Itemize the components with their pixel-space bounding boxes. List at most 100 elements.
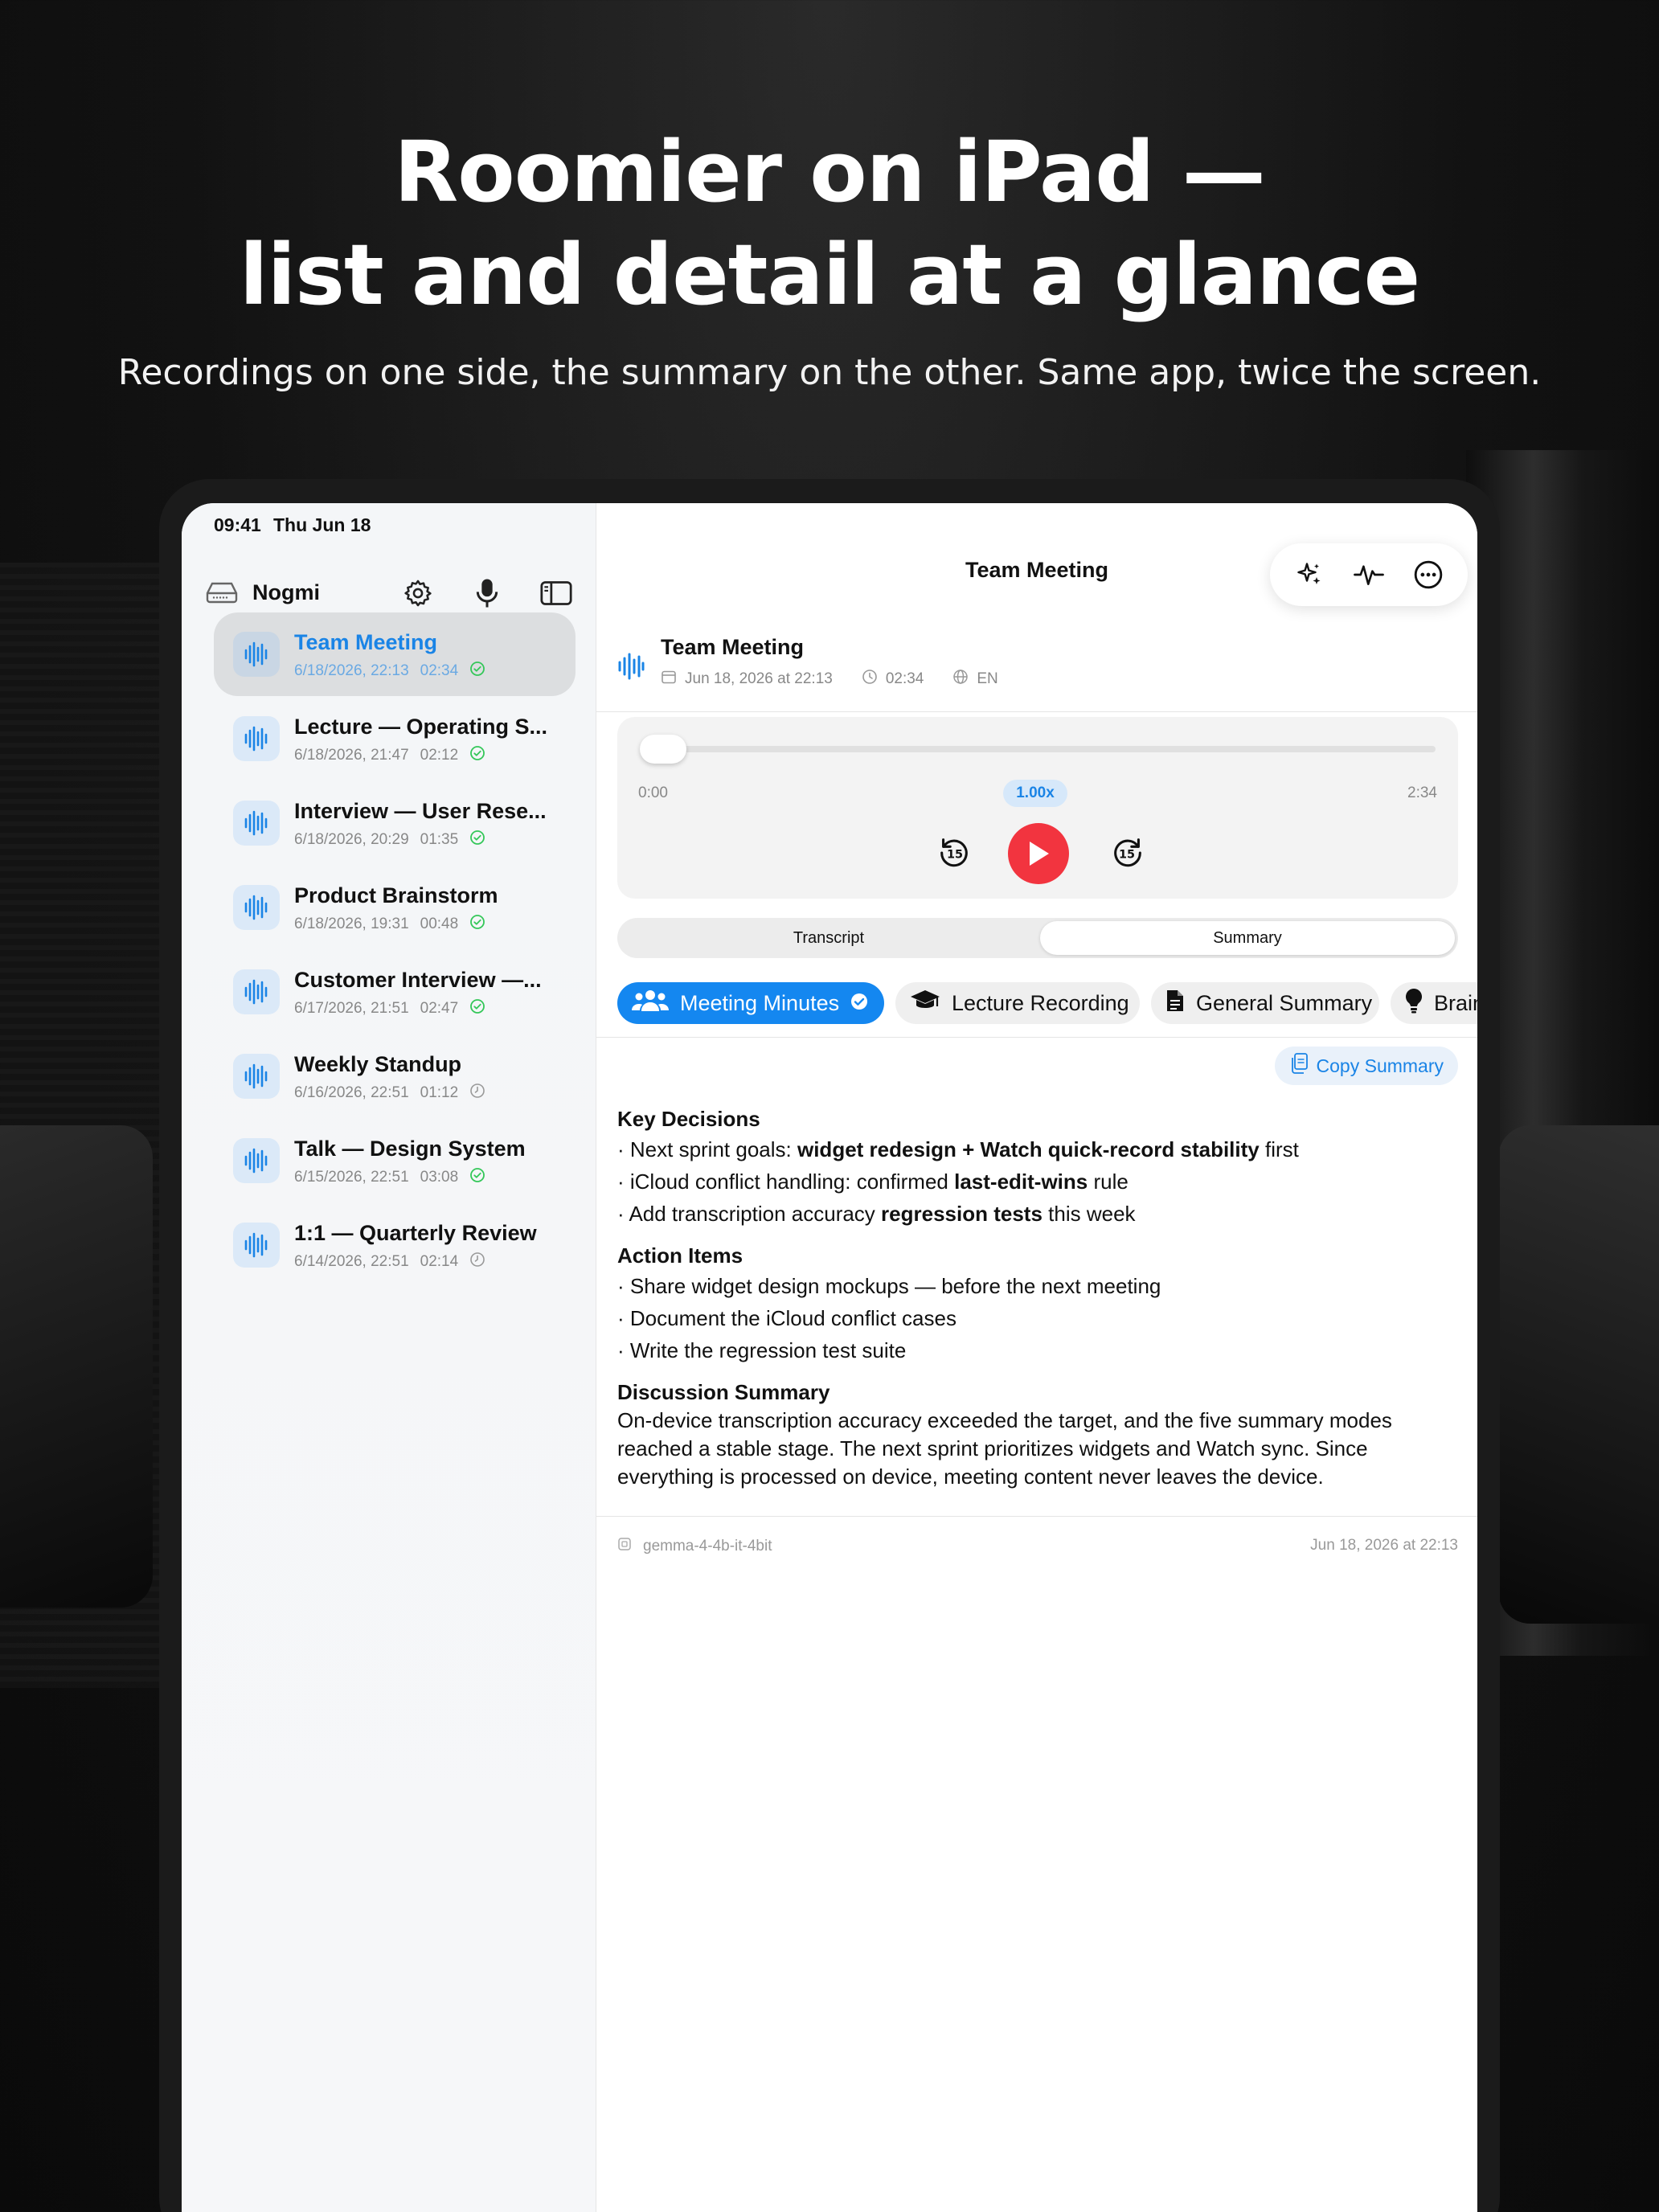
play-button[interactable] xyxy=(1008,823,1069,884)
chip-general-summary[interactable]: General Summary xyxy=(1151,982,1379,1024)
headline-line-1: Roomier on iPad — xyxy=(394,123,1266,221)
chip-meeting-minutes[interactable]: Meeting Minutes xyxy=(617,982,884,1024)
svg-text:15: 15 xyxy=(947,849,963,862)
recording-item-title: Lecture — Operating S... xyxy=(294,715,548,739)
key-decision-item: · Add transcription accuracy regression … xyxy=(617,1202,1136,1226)
ipad-screen: Nogmi Team Meeting 6/18/2026, 22:13 02:34 L… xyxy=(182,503,1477,2212)
divider xyxy=(596,1516,1477,1517)
recording-item[interactable]: Talk — Design System 6/15/2026, 22:51 03:0… xyxy=(214,1119,576,1202)
waveform-icon xyxy=(617,651,645,686)
recording-item-title: Product Brainstorm xyxy=(294,883,498,907)
recording-item-duration: 02:12 xyxy=(420,747,459,764)
action-item: · Write the regression test suite xyxy=(617,1338,907,1362)
recording-item-duration: 01:12 xyxy=(420,1084,459,1101)
recording-header: Team Meeting Jun 18, 2026 at 22:13 02:34… xyxy=(596,622,1477,712)
status-time: 09:41 xyxy=(214,514,261,535)
background-chair-left xyxy=(0,1125,153,1608)
document-icon xyxy=(1165,989,1185,1018)
heading-action-items: Action Items xyxy=(617,1243,743,1268)
speed-button[interactable]: 1.00x xyxy=(1003,780,1067,807)
checkmark-circle-icon xyxy=(469,998,485,1019)
recording-item-date: 6/14/2026, 22:51 xyxy=(294,1253,409,1270)
action-item: · Document the iCloud conflict cases xyxy=(617,1306,956,1330)
model-info: gemma-4-4b-it-4bit xyxy=(617,1537,772,1556)
sparkles-icon[interactable] xyxy=(1288,554,1330,596)
generated-date: Jun 18, 2026 at 22:13 xyxy=(1310,1537,1458,1554)
chip-model-icon xyxy=(617,1537,632,1556)
recording-list: Team Meeting 6/18/2026, 22:13 02:34 Lecture… xyxy=(214,612,576,1288)
chip-lecture-recording[interactable]: Lecture Recording xyxy=(895,982,1140,1024)
discussion-text: On-device transcription accuracy exceede… xyxy=(617,1408,1392,1489)
recording-item-title: Weekly Standup xyxy=(294,1052,462,1076)
recording-item-duration: 02:47 xyxy=(420,1000,459,1017)
chip-brainstorm[interactable]: Brain xyxy=(1391,982,1477,1024)
settings-gear-icon[interactable] xyxy=(399,574,437,612)
clock-pending-icon xyxy=(469,1083,485,1104)
recording-item-meta: 6/18/2026, 22:13 02:34 xyxy=(294,661,485,682)
calendar-icon xyxy=(661,669,677,690)
recording-item-date: 6/18/2026, 22:13 xyxy=(294,662,409,679)
recording-item-meta: 6/18/2026, 20:29 01:35 xyxy=(294,830,485,850)
playback-scrubber[interactable] xyxy=(640,735,686,764)
recording-item-duration: 01:35 xyxy=(420,831,459,848)
recording-item[interactable]: Product Brainstorm 6/18/2026, 19:31 00:48 xyxy=(214,866,576,949)
heading-discussion-summary: Discussion Summary xyxy=(617,1380,830,1404)
recording-item-date: 6/16/2026, 22:51 xyxy=(294,1084,409,1101)
model-name: gemma-4-4b-it-4bit xyxy=(643,1538,772,1555)
recording-meta: Jun 18, 2026 at 22:13 02:34 EN xyxy=(661,669,998,690)
promo-subhead: Recordings on one side, the summary on t… xyxy=(117,352,1542,393)
copy-summary-button[interactable]: Copy Summary xyxy=(1274,1047,1458,1085)
check-badge-icon xyxy=(850,991,868,1016)
recording-item[interactable]: Interview — User Rese... 6/18/2026, 20:29… xyxy=(214,781,576,865)
recording-item-date: 6/18/2026, 19:31 xyxy=(294,916,409,932)
detail-pane: Team Meeting Team Meeting Jun 18, 2026 a… xyxy=(596,503,1477,2212)
more-ellipsis-icon[interactable] xyxy=(1407,554,1449,596)
svg-text:15: 15 xyxy=(1119,849,1135,862)
recording-item-date: 6/18/2026, 20:29 xyxy=(294,831,409,848)
waveform-icon xyxy=(233,885,280,930)
copy-summary-label: Copy Summary xyxy=(1316,1055,1444,1076)
chip-label: Brain xyxy=(1434,990,1477,1015)
checkmark-circle-icon xyxy=(469,914,485,935)
skip-back-15-icon[interactable]: 15 xyxy=(936,834,973,875)
recording-item[interactable]: Team Meeting 6/18/2026, 22:13 02:34 xyxy=(214,612,576,696)
play-icon xyxy=(1030,842,1049,866)
clock-icon xyxy=(862,669,878,690)
checkmark-circle-icon xyxy=(469,661,485,682)
status-date: Thu Jun 18 xyxy=(273,514,371,535)
waveform-pulse-icon[interactable] xyxy=(1348,554,1390,596)
recording-item[interactable]: Lecture — Operating S... 6/18/2026, 21:47… xyxy=(214,697,576,780)
recording-title: Team Meeting xyxy=(661,635,805,659)
waveform-icon xyxy=(233,632,280,677)
recording-item-title: Talk — Design System xyxy=(294,1137,526,1161)
recording-item[interactable]: Customer Interview —... 6/17/2026, 21:51 0… xyxy=(214,950,576,1034)
divider xyxy=(596,1037,1477,1038)
tab-summary[interactable]: Summary xyxy=(1040,921,1455,955)
recording-item[interactable]: 1:1 — Quarterly Review 6/14/2026, 22:51 02… xyxy=(214,1203,576,1287)
checkmark-circle-icon xyxy=(469,830,485,850)
sidebar-toggle-icon[interactable] xyxy=(537,574,576,612)
background-chair-right xyxy=(1498,1125,1659,1624)
checkmark-circle-icon xyxy=(469,745,485,766)
recording-item-duration: 00:48 xyxy=(420,916,459,932)
summary-content: Key Decisions · Next sprint goals: widge… xyxy=(617,1104,1461,1491)
recording-item-meta: 6/18/2026, 21:47 02:12 xyxy=(294,745,485,766)
recording-item-title: 1:1 — Quarterly Review xyxy=(294,1221,537,1245)
skip-forward-15-icon[interactable]: 15 xyxy=(1109,834,1146,875)
waveform-icon xyxy=(233,1223,280,1268)
promo-headline: Roomier on iPad — list and detail at a g… xyxy=(0,121,1659,326)
chip-label: Lecture Recording xyxy=(952,990,1129,1015)
recording-date: Jun 18, 2026 at 22:13 xyxy=(685,670,833,687)
recording-item[interactable]: Weekly Standup 6/16/2026, 22:51 01:12 xyxy=(214,1034,576,1118)
playback-track[interactable] xyxy=(640,746,1436,752)
copy-document-icon xyxy=(1289,1052,1309,1079)
recording-item-title: Customer Interview —... xyxy=(294,968,542,992)
clock-pending-icon xyxy=(469,1251,485,1272)
tab-transcript[interactable]: Transcript xyxy=(621,921,1037,955)
microphone-icon[interactable] xyxy=(468,574,506,612)
graduation-cap-icon xyxy=(910,989,940,1018)
time-total: 2:34 xyxy=(1407,784,1437,801)
recording-item-date: 6/15/2026, 22:51 xyxy=(294,1169,409,1186)
recording-item-date: 6/17/2026, 21:51 xyxy=(294,1000,409,1017)
key-decision-item: · iCloud conflict handling: confirmed la… xyxy=(617,1169,1129,1194)
